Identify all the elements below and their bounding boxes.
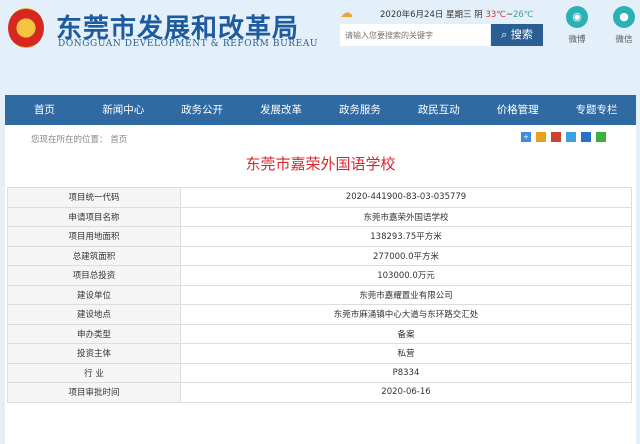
row-value: 2020-441900-83-03-035779 (180, 187, 632, 208)
table-row: 项目用地面积 138293.75平方米 (7, 226, 632, 247)
row-value: P8334 (180, 362, 632, 383)
breadcrumb-label: 您现在所在的位置： (31, 135, 108, 145)
search-icon: ⌕ (501, 28, 508, 41)
row-value: 备案 (180, 323, 632, 344)
table-row: 投资主体 私营 (7, 343, 632, 364)
table-row: 项目总投资 103000.0万元 (7, 265, 632, 286)
weather-cloud-sun-icon: ☁ (340, 6, 353, 21)
row-value: 东莞市嘉耀置业有限公司 (180, 284, 632, 305)
weibo-link[interactable]: ◉ 微博 (562, 6, 592, 45)
search-button-label: 搜索 (510, 28, 533, 41)
share-weibo-icon[interactable] (551, 132, 561, 142)
national-emblem-logo (8, 8, 44, 48)
row-label: 申请项目名称 (7, 206, 181, 227)
row-value: 138293.75平方米 (180, 226, 632, 247)
row-value: 103000.0万元 (180, 265, 632, 286)
project-info-table: 项目统一代码 2020-441900-83-03-035779 申请项目名称 东莞市嘉… (7, 187, 632, 403)
breadcrumb-home[interactable]: 首页 (110, 135, 127, 145)
weixin-link[interactable]: ● 微信 (609, 6, 639, 45)
share-tqq-icon[interactable] (566, 132, 576, 142)
content-area: 您现在所在的位置： 首页 + 东莞市嘉荣外国语学校 项目统一代码 2020-441… (5, 125, 636, 444)
row-label: 申办类型 (7, 323, 181, 344)
table-row: 申办类型 备案 (7, 323, 632, 344)
date: 2020年6月24日 星期三 (380, 10, 472, 20)
share-bar: + (521, 132, 606, 142)
nav-price[interactable]: 价格管理 (478, 95, 557, 125)
low-temp: 26℃ (512, 10, 534, 20)
nav-gov-affairs[interactable]: 政务公开 (163, 95, 242, 125)
weibo-icon: ◉ (566, 6, 588, 28)
nav-news[interactable]: 新闻中心 (84, 95, 163, 125)
weather: 阴 (474, 10, 483, 20)
row-label: 项目用地面积 (7, 226, 181, 247)
table-row: 项目审批时间 2020-06-16 (7, 382, 632, 403)
share-more-icon[interactable]: + (521, 132, 531, 142)
table-row: 行 业 P8334 (7, 362, 632, 383)
temp-sep: ~ (505, 10, 513, 20)
row-label: 建设地点 (7, 304, 181, 325)
nav-interaction[interactable]: 政民互动 (399, 95, 478, 125)
row-label: 投资主体 (7, 343, 181, 364)
row-value: 2020-06-16 (180, 382, 632, 403)
breadcrumb: 您现在所在的位置： 首页 (31, 133, 127, 145)
table-row: 建设单位 东莞市嘉耀置业有限公司 (7, 284, 632, 305)
table-row: 总建筑面积 277000.0平方米 (7, 245, 632, 266)
high-temp: 33℃ (485, 10, 506, 20)
weibo-label: 微博 (568, 35, 586, 45)
site-subtitle: DONGGUAN DEVELOPMENT & REFORM BUREAU (58, 39, 319, 49)
row-value: 东莞市麻涌镇中心大道与东环路交汇处 (180, 304, 632, 325)
share-wechat-icon[interactable] (596, 132, 606, 142)
row-label: 总建筑面积 (7, 245, 181, 266)
table-row: 项目统一代码 2020-441900-83-03-035779 (7, 187, 632, 208)
date-weather: 2020年6月24日 星期三 阴 33℃~26℃ (380, 8, 533, 20)
nav-development[interactable]: 发展改革 (242, 95, 321, 125)
share-renren-icon[interactable] (581, 132, 591, 142)
row-value: 东莞市嘉荣外国语学校 (180, 206, 632, 227)
nav-services[interactable]: 政务服务 (321, 95, 400, 125)
search-input[interactable] (340, 24, 490, 46)
row-label: 项目总投资 (7, 265, 181, 286)
table-row: 建设地点 东莞市麻涌镇中心大道与东环路交汇处 (7, 304, 632, 325)
wechat-icon: ● (613, 6, 635, 28)
page-title: 东莞市嘉荣外国语学校 (245, 155, 396, 173)
row-label: 项目审批时间 (7, 382, 181, 403)
main-nav: 首页 新闻中心 政务公开 发展改革 政务服务 政民互动 价格管理 专题专栏 (5, 95, 636, 125)
nav-home[interactable]: 首页 (5, 95, 84, 125)
row-value: 私营 (180, 343, 632, 364)
row-label: 建设单位 (7, 284, 181, 305)
row-label: 行 业 (7, 362, 181, 383)
row-value: 277000.0平方米 (180, 245, 632, 266)
search-button[interactable]: ⌕ 搜索 (491, 24, 543, 46)
row-label: 项目统一代码 (7, 187, 181, 208)
table-row: 申请项目名称 东莞市嘉荣外国语学校 (7, 206, 632, 227)
share-qzone-icon[interactable] (536, 132, 546, 142)
weixin-label: 微信 (615, 35, 633, 45)
nav-topics[interactable]: 专题专栏 (557, 95, 636, 125)
